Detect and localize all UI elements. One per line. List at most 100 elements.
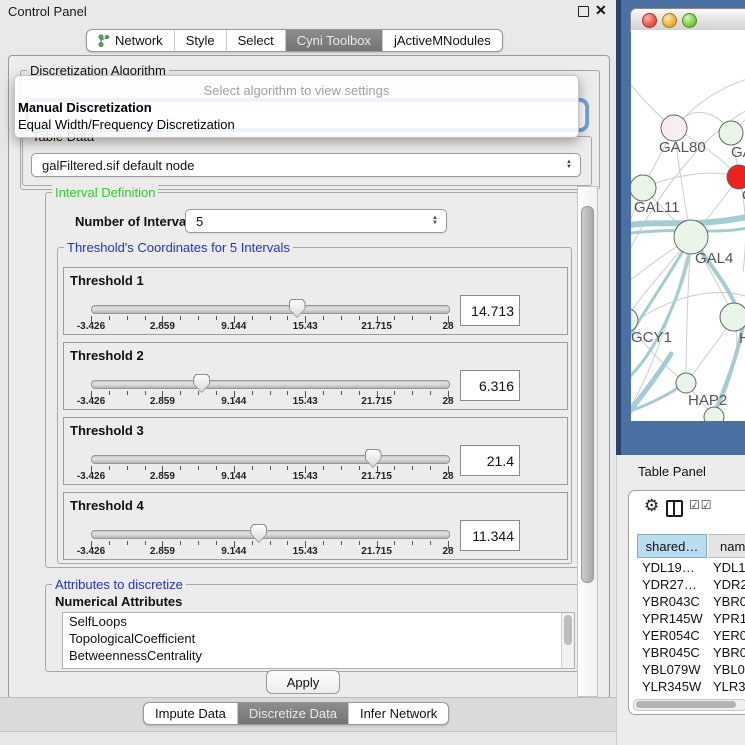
network-window-titlebar[interactable] [630,8,745,32]
table-rows: YDL19…YDL19…YDR27…YDR27…YBR043C YBR043CYP… [637,559,745,699]
slider-tick [287,466,288,470]
algorithm-popup: Select algorithm to view settings Manual… [14,75,579,138]
slider-thumb[interactable] [193,374,210,393]
cell-name: YLR345W [713,678,745,695]
cell-shared-name: YLR345W [642,678,708,695]
table-row[interactable]: YER054CYER054C [637,627,745,644]
slider-tick [359,391,360,395]
tab-label: Cyni Toolbox [297,33,371,48]
cell-name: YER054C [713,627,745,644]
threshold-slider[interactable] [91,380,450,389]
slider-tick [252,391,253,395]
slider-tick [270,316,271,320]
attribute-item[interactable]: TopologicalCoefficient [63,630,574,647]
slider-tick [341,391,342,395]
table-row[interactable]: YBR045CYBR045C [637,644,745,661]
slider-tick [287,316,288,320]
threshold-slider[interactable] [91,455,450,464]
popup-item-manual-discretization[interactable]: Manual Discretization [18,100,152,115]
bottom-tab-infer-network[interactable]: Infer Network [348,703,448,724]
cell-name: YBR043C [713,593,745,610]
popup-item-equal-width-frequency[interactable]: Equal Width/Frequency Discretization [18,117,235,132]
table-hscrollbar[interactable] [633,699,745,711]
slider-tick [287,541,288,545]
slider-tick [252,541,253,545]
threshold-row: Threshold 1 14.713 -3.4262.8599.14415.43… [63,267,568,335]
bottom-tab-discretize-data[interactable]: Discretize Data [237,703,348,724]
network-canvas[interactable]: GAL80GACGAL11GAL4GCY1HHAP2 [631,30,745,421]
slider-tick [145,541,146,545]
stepper-icon[interactable]: ▲▼ [432,216,438,226]
tab-label: Network [115,33,163,48]
table-data-combo[interactable]: galFiltered.sif default node ▲▼ [31,153,581,177]
tab-cyni-toolbox[interactable]: Cyni Toolbox [285,30,382,51]
slider-tick [323,391,324,395]
slider-tick [198,316,199,320]
cell-shared-name: YDL19… [642,559,708,576]
slider-thumb[interactable] [289,299,306,318]
slider-thumb[interactable] [250,524,267,543]
float-window-icon[interactable] [578,6,589,17]
table-data-value: galFiltered.sif default node [42,158,194,173]
table-hscrollbar-thumb[interactable] [636,701,736,708]
threshold-row: Threshold 3 21.4 -3.4262.8599.14415.4321… [63,417,568,485]
slider-tick [359,316,360,320]
cell-shared-name: YBR043C [642,593,708,610]
slider-tick [216,541,217,545]
tab-network[interactable]: Network [87,30,174,51]
panel-scrollbar-thumb[interactable] [581,206,594,583]
slider-tick-label: 2.859 [137,471,187,482]
stepper-icon[interactable]: ▲▼ [566,160,572,170]
attribute-item[interactable]: SelfLoops [63,613,574,630]
svg-text:GAL4: GAL4 [695,250,733,267]
zoom-traffic-light[interactable] [682,13,697,28]
slider-tick [216,391,217,395]
tab-label: Discretize Data [249,706,337,721]
cell-shared-name: YDR27… [642,576,708,593]
slider-tick [341,541,342,545]
threshold-label: Threshold 4 [70,498,144,513]
table-row[interactable]: YDR27…YDR27… [637,576,745,593]
slider-tick-label: 28 [423,546,473,557]
slider-tick [412,316,413,320]
slider-tick-label: -3.426 [66,396,116,407]
slider-tick-label: 9.144 [209,471,259,482]
table-row[interactable]: YBR043C YBR043C [637,593,745,610]
column-header-name[interactable]: name [708,534,745,558]
tab-jactivemnodules[interactable]: jActiveMNodules [382,30,502,51]
network-icon [98,34,110,47]
slider-tick [216,316,217,320]
close-traffic-light[interactable] [642,13,657,28]
slider-tick-label: -3.426 [66,471,116,482]
table-row[interactable]: YLR345W YLR345W [637,678,745,695]
attributes-list[interactable]: SelfLoopsTopologicalCoefficientBetweenne… [62,612,575,669]
slider-tick [216,466,217,470]
threshold-slider[interactable] [91,530,450,539]
slider-tick [127,316,128,320]
table-row[interactable]: YPR145WYPR145W [637,610,745,627]
slider-thumb[interactable] [365,449,382,468]
table-row[interactable]: YBL079WYBL079W [637,661,745,678]
network-graph[interactable]: GAL80GACGAL11GAL4GCY1HHAP2 [631,30,745,421]
close-icon[interactable]: ✕ [595,2,607,19]
gear-icon[interactable]: ⚙ [644,496,659,516]
threshold-slider[interactable] [91,305,450,314]
tab-select[interactable]: Select [226,30,285,51]
bottom-tab-impute-data[interactable]: Impute Data [144,703,237,724]
attribute-item[interactable]: BetweennessCentrality [63,647,574,664]
table-row[interactable]: YDL19…YDL19… [637,559,745,576]
tab-style[interactable]: Style [174,30,226,51]
columns-icon[interactable] [666,500,683,517]
column-header-shared-name[interactable]: shared… [637,534,707,558]
slider-tick [412,541,413,545]
checkboxes-icon[interactable]: ☑☑ [689,498,713,512]
panel-scrollbar[interactable] [577,186,598,697]
algorithm-hint: Select algorithm to view settings [15,83,578,98]
attributes-list-scrollbar[interactable] [561,613,574,668]
minimize-traffic-light[interactable] [662,13,677,28]
slider-tick [180,466,181,470]
number-of-intervals-combo[interactable]: 5 ▲▼ [185,209,447,233]
interval-definition-label: Interval Definition [52,185,158,200]
slider-tick [109,316,110,320]
apply-button[interactable]: Apply [266,670,340,694]
